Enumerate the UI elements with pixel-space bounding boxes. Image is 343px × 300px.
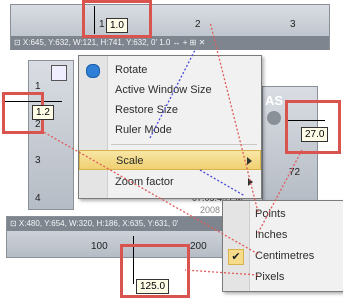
callout-arrows [39, 21, 303, 276]
arrow-inches-to-right [257, 149, 303, 234]
arrow-menu-to-ruler [149, 49, 196, 139]
arrow-centimetres-to-left [39, 129, 259, 255]
arrow-pixels-to-bottom [184, 269, 259, 276]
arrow-menu-to-submenu [199, 169, 246, 197]
arrow-points-to-top [209, 21, 259, 213]
